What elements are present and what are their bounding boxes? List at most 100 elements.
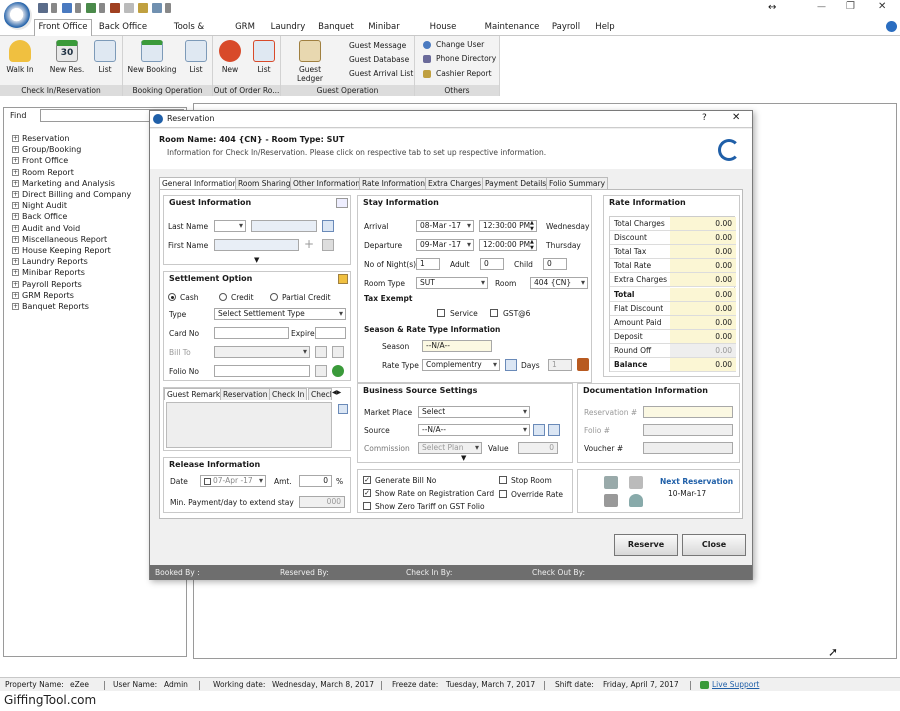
expand-icon[interactable]: + — [12, 202, 19, 210]
dialog-help-button[interactable]: ? — [702, 113, 707, 123]
adult-stepper[interactable]: 0 — [480, 258, 504, 270]
tab-grm[interactable]: GRM — [230, 20, 260, 36]
gst-checkbox[interactable] — [490, 309, 498, 317]
expand-icon[interactable]: + — [12, 224, 19, 232]
tab-payroll[interactable]: Payroll — [548, 20, 584, 36]
folio-input[interactable] — [643, 424, 733, 436]
rate-type-select[interactable]: Complementry — [422, 359, 500, 371]
save-icon[interactable] — [38, 3, 48, 13]
next-reservation-link[interactable]: Next Reservation — [660, 477, 733, 486]
arrival-time-spinner[interactable]: ▲ ▼ — [530, 220, 534, 232]
expand-icon[interactable]: + — [12, 179, 19, 187]
expand-icon[interactable]: + — [12, 247, 19, 254]
tab-folio-summary[interactable]: Folio Summary — [546, 177, 609, 189]
tab-check-remark[interactable]: Check — [308, 388, 332, 400]
source-select[interactable]: --N/A-- — [418, 424, 530, 436]
help-icon[interactable] — [886, 21, 897, 32]
expand-icon[interactable]: + — [12, 191, 19, 198]
rate-calendar-icon[interactable] — [505, 359, 517, 371]
arrival-time-input[interactable]: 12:30:00 PM — [479, 220, 537, 232]
folio-list-icon[interactable] — [315, 365, 327, 377]
tab-general-information[interactable]: General Information — [159, 177, 241, 189]
credit-radio[interactable] — [219, 293, 227, 301]
tab-maintenance[interactable]: Maintenance — [484, 20, 540, 36]
tab-payment-details[interactable]: Payment Details — [482, 177, 550, 189]
expand-icon[interactable]: + — [12, 303, 19, 310]
first-name-input[interactable] — [214, 239, 299, 251]
expand-down-icon[interactable]: ▼ — [254, 256, 259, 264]
expand-icon[interactable]: + — [12, 213, 19, 221]
release-date-checkbox[interactable] — [204, 477, 211, 485]
edit-doc-icon[interactable] — [629, 476, 643, 489]
departure-time-spinner[interactable]: ▲ ▼ — [530, 239, 534, 251]
reservation-no-input[interactable] — [643, 406, 733, 418]
tree-item[interactable]: + Laundry Reports — [12, 256, 88, 267]
rate-detail-icon[interactable] — [577, 358, 589, 371]
last-name-input[interactable] — [251, 220, 317, 232]
expand-icon[interactable]: + — [12, 135, 19, 142]
voucher-input[interactable] — [643, 442, 733, 454]
document-icon[interactable] — [124, 3, 134, 13]
tree-item[interactable]: + Reservation — [12, 133, 69, 144]
tree-item[interactable]: + Direct Billing and Company — [12, 189, 131, 200]
tree-item[interactable]: + Minibar Reports — [12, 267, 85, 278]
tab-tools-utilities[interactable]: Tools & Utilities — [158, 20, 220, 46]
expand-down-icon[interactable]: ▼ — [461, 454, 466, 462]
tree-item[interactable]: + Back Office — [12, 211, 67, 222]
source-add-icon[interactable] — [548, 424, 560, 436]
show-zero-checkbox[interactable] — [363, 502, 371, 510]
list-icon[interactable] — [152, 3, 162, 13]
days-input[interactable]: 1 — [548, 359, 572, 371]
resize-icon[interactable]: ↔ — [768, 2, 776, 13]
bill-to-add-icon[interactable] — [332, 346, 344, 358]
settlement-calendar-icon[interactable] — [338, 274, 348, 284]
bill-to-select[interactable] — [214, 346, 310, 358]
tree-item[interactable]: + Marketing and Analysis — [12, 178, 115, 189]
person-icon[interactable] — [629, 494, 643, 507]
guest-photo-icon[interactable] — [322, 239, 334, 251]
reservation-list-button[interactable]: List — [92, 40, 118, 74]
app-logo-icon[interactable] — [4, 2, 32, 30]
settlement-type-select[interactable]: Select Settlement Type — [214, 308, 346, 320]
search-guest-icon[interactable] — [322, 220, 334, 232]
departure-time-input[interactable]: 12:00:00 PM — [479, 239, 537, 251]
dropdown-icon[interactable] — [165, 3, 171, 13]
users-icon[interactable] — [86, 3, 96, 13]
min-payment-input[interactable]: 000 — [299, 496, 345, 508]
guest-arrival-list-button[interactable]: Guest Arrival List — [349, 68, 413, 80]
tab-laundry[interactable]: Laundry — [268, 20, 308, 36]
stop-room-checkbox[interactable] — [499, 476, 507, 484]
expire-input[interactable] — [315, 327, 346, 339]
guest-message-button[interactable]: Guest Message — [349, 40, 406, 52]
partial-credit-radio[interactable] — [270, 293, 278, 301]
room-type-select[interactable]: SUT — [416, 277, 488, 289]
reserve-button[interactable]: Reserve — [614, 534, 678, 556]
card-icon[interactable] — [604, 494, 618, 507]
release-date-picker[interactable]: 07-Apr -17 — [200, 475, 266, 487]
tree-item[interactable]: + Miscellaneous Report — [12, 234, 107, 245]
title-select[interactable] — [214, 220, 246, 232]
tree-item[interactable]: + Night Audit — [12, 200, 67, 211]
dropdown-icon[interactable] — [51, 3, 57, 13]
tab-house-keeping[interactable]: House Keeping — [412, 20, 474, 46]
tab-other-information[interactable]: Other Information — [290, 177, 364, 189]
expand-icon[interactable]: + — [12, 146, 19, 154]
tab-scroll-arrows[interactable]: ◀▶ — [332, 389, 341, 396]
tab-rate-information[interactable]: Rate Information — [359, 177, 428, 189]
window-close-button[interactable]: ✕ — [878, 1, 886, 12]
dropdown-icon[interactable] — [99, 3, 105, 13]
new-reservation-button[interactable]: 30 New Res. — [48, 40, 86, 74]
chart-icon[interactable] — [62, 3, 72, 13]
new-ooo-button[interactable]: New — [217, 40, 243, 74]
guest-card-icon[interactable] — [336, 198, 348, 208]
expand-icon[interactable]: + — [12, 168, 19, 176]
tree-item[interactable]: + Audit and Void — [12, 223, 80, 234]
tree-item[interactable]: + Payroll Reports — [12, 279, 82, 290]
cashier-report-button[interactable]: Cashier Report — [436, 68, 492, 80]
dropdown-icon[interactable] — [75, 3, 81, 13]
walk-in-button[interactable]: Walk In — [4, 40, 36, 74]
tab-extra-charges[interactable]: Extra Charges — [425, 177, 485, 189]
tree-item[interactable]: + Banquet Reports — [12, 301, 89, 312]
dialog-close-button[interactable]: ✕ — [732, 112, 740, 123]
expand-icon[interactable]: + — [12, 291, 19, 299]
